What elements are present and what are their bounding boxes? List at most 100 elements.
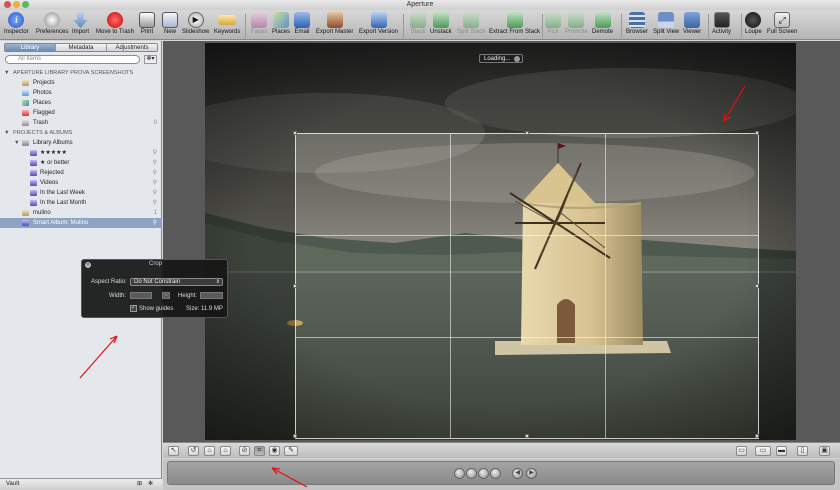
brush-tool-icon[interactable]: ✎ xyxy=(284,446,298,456)
close-window-button[interactable] xyxy=(4,1,11,8)
crop-tool-icon[interactable]: ⌗ xyxy=(254,446,265,456)
crop-handle-top-right[interactable] xyxy=(755,131,759,135)
link-dimensions-icon[interactable]: ⇔ xyxy=(162,292,170,299)
demote-icon xyxy=(594,12,611,28)
export-version-button[interactable]: Export Version xyxy=(359,12,398,35)
extract-icon xyxy=(506,12,523,28)
sidebar-item-smart-album-mulino[interactable]: Smart Album: Mulino ⚲ xyxy=(0,218,162,228)
browser-button[interactable]: Browser xyxy=(626,12,648,35)
sidebar-item-label: In the Last Month xyxy=(40,200,87,206)
keywords-button[interactable]: Keywords xyxy=(214,12,240,35)
crop-rectangle[interactable] xyxy=(293,131,759,439)
sidebar-item-album[interactable]: ★ or better ⚲ xyxy=(0,158,162,168)
show-guides-checkbox[interactable]: ✓ xyxy=(130,305,137,312)
crop-handle-top[interactable] xyxy=(525,131,529,135)
browser-strip: ◀ ▶ xyxy=(163,459,840,490)
pick-icon xyxy=(545,12,561,28)
sidebar-item-places[interactable]: Places xyxy=(0,98,162,108)
crop-handle-top-left[interactable] xyxy=(293,131,297,135)
sidebar-item-album[interactable]: Videos ⚲ xyxy=(0,178,162,188)
split-view-toggle-icon[interactable]: ▯ xyxy=(797,446,808,456)
preferences-button[interactable]: Preferences xyxy=(36,12,68,35)
viewer-mode-icon[interactable]: ▭ xyxy=(755,446,771,456)
full-screen-icon: ⤢ xyxy=(774,12,791,28)
tab-adjustments[interactable]: Adjustments xyxy=(107,44,157,51)
previous-image-icon[interactable]: ◀ xyxy=(512,468,523,479)
promote-button[interactable]: Promote xyxy=(565,12,588,35)
lift-tool-icon[interactable]: ⌂ xyxy=(204,446,215,456)
sidebar-item-library-albums[interactable]: ▼ Library Albums xyxy=(0,138,162,148)
vault-add-icon[interactable]: ⊞ xyxy=(137,479,142,490)
photo-viewer[interactable]: Loading... xyxy=(163,41,840,442)
inspector-button[interactable]: i Inspector xyxy=(4,12,29,35)
minimize-window-button[interactable] xyxy=(13,1,20,8)
extract-from-stack-button[interactable]: Extract From Stack xyxy=(489,12,540,35)
split-view-button[interactable]: Split View xyxy=(653,12,679,35)
sidebar-item-photos[interactable]: Photos xyxy=(0,88,162,98)
demote-button[interactable]: Demote xyxy=(592,12,613,35)
keywords-icon xyxy=(218,15,237,25)
sidebar-item-projects[interactable]: Projects xyxy=(0,78,162,88)
stamp-tool-icon[interactable]: ⌂ xyxy=(220,446,231,456)
gear-icon[interactable]: ✻ xyxy=(148,479,153,490)
photo-image[interactable] xyxy=(205,43,796,440)
split-stack-button[interactable]: Split Stack xyxy=(457,12,485,35)
full-screen-button[interactable]: ⤢ Full Screen xyxy=(767,12,797,35)
stack-button[interactable]: Stack xyxy=(410,12,426,35)
straighten-tool-icon[interactable]: ⊘ xyxy=(239,446,250,456)
sidebar-item-album[interactable]: In the Last Week ⚲ xyxy=(0,188,162,198)
email-button[interactable]: Email xyxy=(294,12,310,35)
sidebar-item-project-mulino[interactable]: mulino 1 xyxy=(0,208,162,218)
loading-label: Loading... xyxy=(484,56,511,62)
height-field[interactable] xyxy=(200,292,223,299)
full-viewer-toggle-icon[interactable]: ▣ xyxy=(819,446,830,456)
crop-handle-bottom[interactable] xyxy=(525,434,529,438)
item-count: 0 xyxy=(153,120,157,126)
crop-handle-left[interactable] xyxy=(293,284,297,288)
viewer-label: Viewer xyxy=(683,29,702,35)
decrease-rating-icon[interactable] xyxy=(466,468,477,479)
library-section-header[interactable]: ▼ APERTURE LIBRARY PROVA SCREENSHOTS xyxy=(0,68,162,78)
smart-album-icon xyxy=(30,200,37,206)
places-button[interactable]: Places xyxy=(272,12,290,35)
search-input[interactable]: All Items xyxy=(5,55,140,64)
reject-icon[interactable] xyxy=(454,468,465,479)
move-to-trash-button[interactable]: Move to Trash xyxy=(96,12,134,35)
next-image-icon[interactable]: ▶ xyxy=(526,468,537,479)
increase-rating-icon[interactable] xyxy=(478,468,489,479)
print-button[interactable]: Print xyxy=(139,12,155,35)
gear-icon[interactable]: ✻▾ xyxy=(144,55,157,64)
activity-button[interactable]: Activity xyxy=(712,12,731,35)
promote-icon xyxy=(568,12,585,28)
new-icon xyxy=(162,12,178,28)
selection-tool-icon[interactable]: ↖ xyxy=(168,446,179,456)
aspect-ratio-select[interactable]: Do Not Constrain ⇕ xyxy=(130,278,223,286)
hud-toggle-icon[interactable]: ▬ xyxy=(776,446,787,456)
tab-library[interactable]: Library xyxy=(5,44,56,51)
tab-metadata[interactable]: Metadata xyxy=(56,44,107,51)
sidebar-item-album[interactable]: ★★★★★ ⚲ xyxy=(0,148,162,158)
faces-button[interactable]: Faces xyxy=(251,12,267,35)
import-button[interactable]: Import xyxy=(72,12,89,35)
viewer-button[interactable]: Viewer xyxy=(683,12,701,35)
crop-handle-right[interactable] xyxy=(755,284,759,288)
sidebar-item-album[interactable]: Rejected ⚲ xyxy=(0,168,162,178)
sidebar-item-trash[interactable]: Trash 0 xyxy=(0,118,162,128)
width-field[interactable] xyxy=(130,292,152,299)
crop-handle-bottom-left[interactable] xyxy=(293,434,297,438)
loupe-button[interactable]: Loupe xyxy=(745,12,762,35)
red-eye-tool-icon[interactable]: ◉ xyxy=(269,446,280,456)
export-master-button[interactable]: Export Master xyxy=(316,12,353,35)
select-icon[interactable] xyxy=(490,468,501,479)
slideshow-button[interactable]: ▶ Slideshow xyxy=(182,12,209,35)
unstack-button[interactable]: Unstack xyxy=(430,12,452,35)
crop-handle-bottom-right[interactable] xyxy=(755,434,759,438)
rotate-left-icon[interactable]: ↺ xyxy=(188,446,199,456)
pick-button[interactable]: Pick xyxy=(545,12,561,35)
zoom-window-button[interactable] xyxy=(22,1,29,8)
sidebar-item-flagged[interactable]: Flagged xyxy=(0,108,162,118)
new-button[interactable]: New xyxy=(162,12,178,35)
projects-section-header[interactable]: ▼ PROJECTS & ALBUMS xyxy=(0,128,162,138)
sidebar-item-album[interactable]: In the Last Month ⚲ xyxy=(0,198,162,208)
show-filmstrip-icon[interactable]: ▭ xyxy=(736,446,747,456)
